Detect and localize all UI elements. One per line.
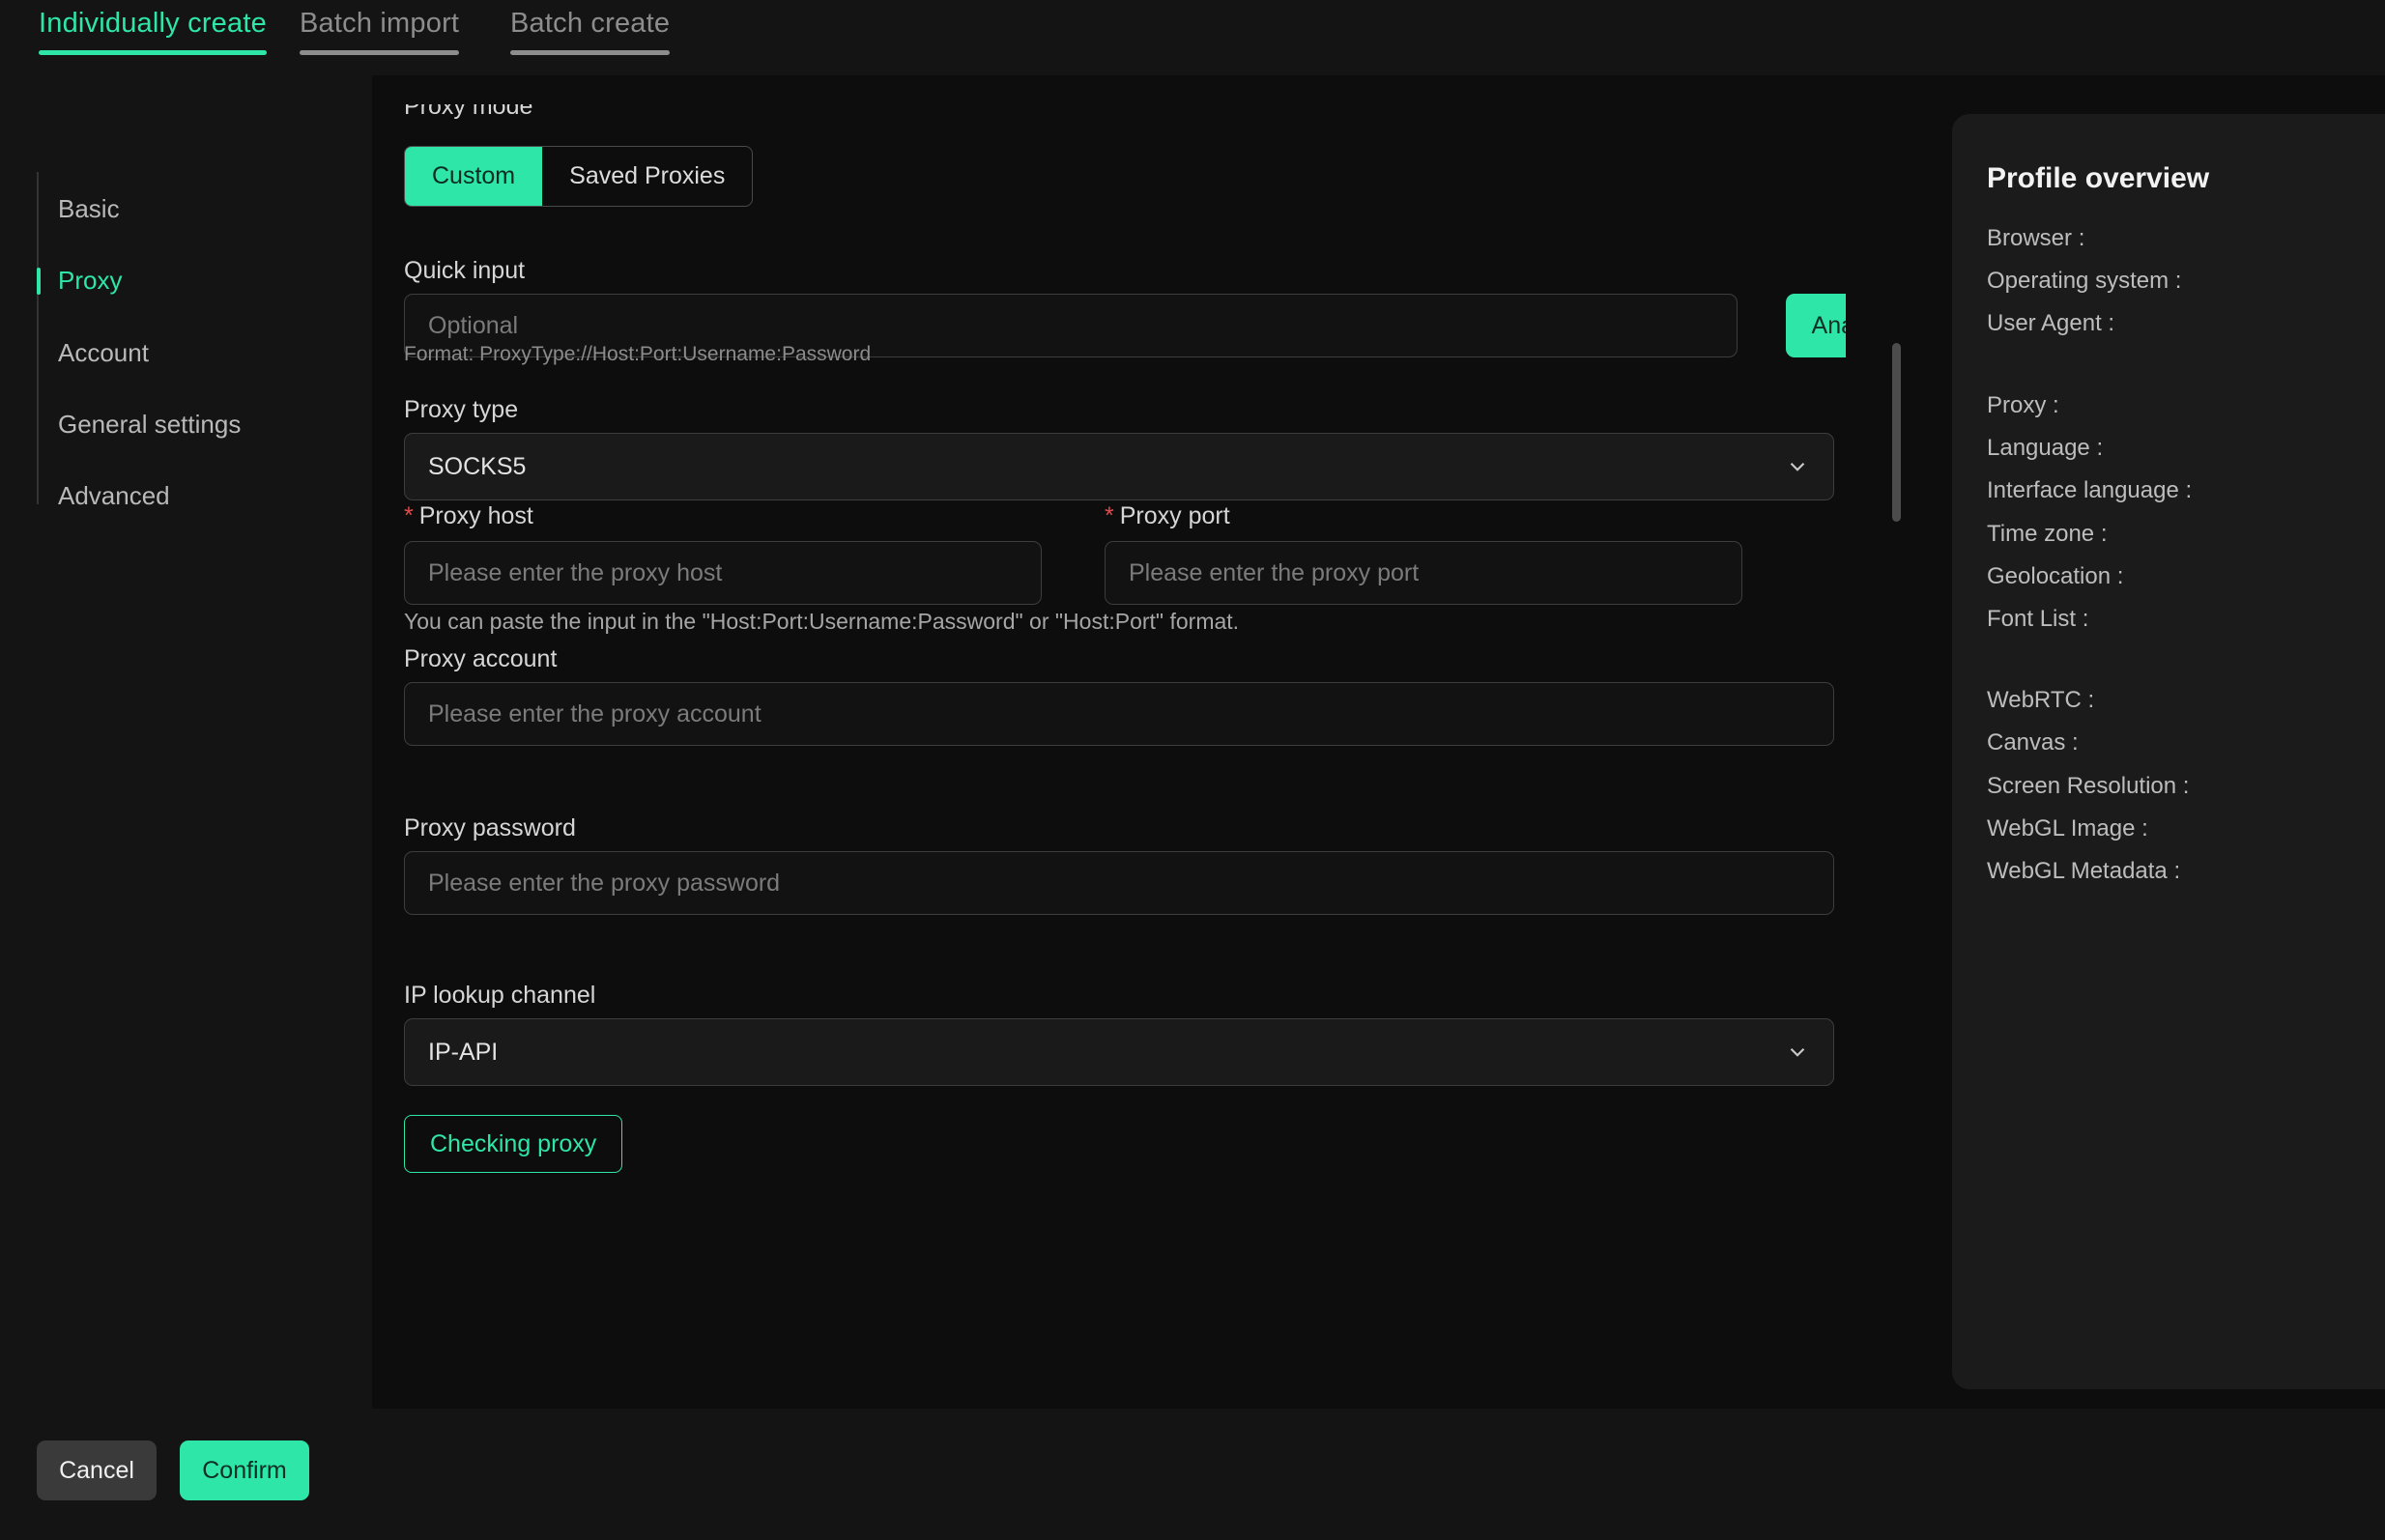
profile-row-webgl-metadata: WebGL Metadata : [1987, 858, 2181, 884]
confirm-button[interactable]: Confirm [180, 1440, 309, 1500]
profile-row-font-list: Font List : [1987, 606, 2089, 632]
proxy-account-input[interactable]: Please enter the proxy account [404, 682, 1834, 746]
chevron-down-icon [1785, 454, 1810, 479]
checking-proxy-button[interactable]: Checking proxy [404, 1115, 623, 1173]
profile-row-screen-resolution: Screen Resolution : [1987, 773, 2190, 799]
required-asterisk: * [404, 502, 414, 529]
profile-row-geolocation: Geolocation : [1987, 563, 2124, 589]
quick-input-format-hint: Format: ProxyType://Host:Port:Username:P… [404, 343, 872, 365]
profile-row-language: Language : [1987, 435, 2104, 461]
profile-row-canvas: Canvas : [1987, 729, 2079, 756]
tab-bar: Individually create Batch import Batch c… [0, 0, 2385, 75]
profile-row-time-zone: Time zone : [1987, 521, 2108, 547]
settings-sidebar: Basic Proxy Account General settings Adv… [0, 75, 372, 1409]
proxy-mode-custom[interactable]: Custom [405, 147, 543, 206]
proxy-type-label: Proxy type [404, 396, 519, 423]
sidebar-item-label: Basic [58, 194, 120, 223]
profile-row-interface-language: Interface language : [1987, 477, 2193, 503]
sidebar-item-general-settings[interactable]: General settings [58, 410, 241, 440]
profile-overview-title: Profile overview [1987, 162, 2210, 194]
chevron-down-icon [1785, 1040, 1810, 1065]
profile-row-browser: Browser : [1987, 225, 2085, 251]
profile-row-operating-system: Operating system : [1987, 268, 2182, 294]
sidebar-item-label: Account [58, 338, 149, 367]
proxy-port-input[interactable]: Please enter the proxy port [1105, 541, 1742, 605]
ip-lookup-channel-label: IP lookup channel [404, 982, 596, 1009]
sidebar-item-basic[interactable]: Basic [58, 194, 120, 224]
profile-row-user-agent: User Agent : [1987, 310, 2115, 336]
proxy-account-label: Proxy account [404, 645, 558, 672]
proxy-mode-toggle[interactable]: Custom Saved Proxies [404, 146, 754, 207]
quick-input-placeholder: Optional [428, 311, 519, 339]
proxy-host-placeholder: Please enter the proxy host [428, 558, 723, 586]
proxy-form-panel: Proxy mode Custom Saved Proxies Quick in… [372, 104, 1846, 1389]
ip-lookup-channel-select[interactable]: IP-API [404, 1018, 1834, 1086]
sidebar-item-label: General settings [58, 410, 242, 439]
sidebar-divider [37, 172, 39, 504]
sidebar-item-label: Advanced [58, 481, 170, 510]
profile-overview-panel: Profile overview Browser : Operating sys… [1952, 114, 2385, 1389]
dialog-footer: Cancel Confirm [0, 1409, 2385, 1540]
required-asterisk: * [1105, 502, 1114, 529]
sidebar-item-account[interactable]: Account [58, 338, 149, 368]
proxy-password-label: Proxy password [404, 814, 576, 841]
tab-label: Batch create [510, 8, 671, 39]
proxy-account-placeholder: Please enter the proxy account [428, 699, 761, 727]
profile-row-webrtc: WebRTC : [1987, 687, 2095, 713]
quick-input-label: Quick input [404, 257, 526, 284]
proxy-host-label: * Proxy host [404, 502, 533, 529]
sidebar-item-proxy[interactable]: Proxy [37, 266, 123, 296]
tab-batch-create[interactable]: Batch create [510, 8, 671, 55]
profile-row-webgl-image: WebGL Image : [1987, 815, 2148, 841]
proxy-mode-saved-proxies[interactable]: Saved Proxies [542, 147, 752, 206]
active-marker [37, 268, 41, 295]
cancel-button[interactable]: Cancel [37, 1440, 157, 1500]
proxy-port-placeholder: Please enter the proxy port [1129, 558, 1420, 586]
profile-row-proxy: Proxy : [1987, 392, 2059, 418]
proxy-password-input[interactable]: Please enter the proxy password [404, 851, 1834, 915]
tab-batch-import[interactable]: Batch import [300, 8, 460, 55]
proxy-type-value: SOCKS5 [428, 452, 527, 480]
proxy-type-select[interactable]: SOCKS5 [404, 433, 1834, 500]
form-scrollbar-thumb[interactable] [1892, 343, 1901, 522]
sidebar-item-advanced[interactable]: Advanced [58, 481, 170, 511]
analyze-button[interactable]: Analyze [1786, 294, 1846, 357]
proxy-password-placeholder: Please enter the proxy password [428, 869, 781, 897]
proxy-mode-label: Proxy mode [404, 104, 533, 120]
sidebar-item-label: Proxy [58, 266, 123, 295]
proxy-host-input[interactable]: Please enter the proxy host [404, 541, 1042, 605]
proxy-port-label: * Proxy port [1105, 502, 1230, 529]
paste-format-hint: You can paste the input in the "Host:Por… [404, 609, 1240, 634]
tab-individually-create[interactable]: Individually create [39, 8, 267, 55]
tab-label: Batch import [300, 8, 460, 39]
ip-lookup-channel-value: IP-API [428, 1038, 499, 1066]
tab-label: Individually create [39, 8, 267, 39]
